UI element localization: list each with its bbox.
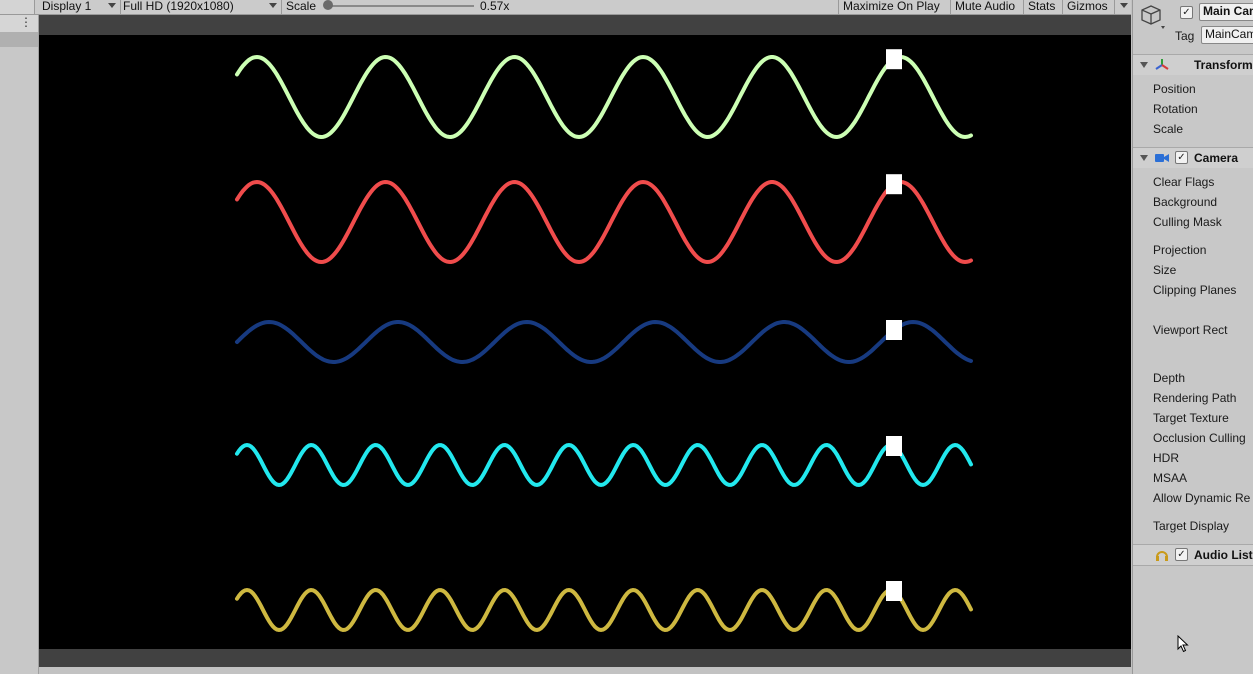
camera-field-label: MSAA xyxy=(1153,471,1188,485)
wave-2 xyxy=(235,179,973,265)
camera-title: Camera xyxy=(1194,151,1239,165)
transform-field-label: Rotation xyxy=(1153,102,1198,116)
audio-listener-header[interactable]: ✓ Audio Liste xyxy=(1133,544,1253,565)
inspector-panel: ✓ Main Cam Tag MainCam Transform Positio… xyxy=(1132,0,1253,674)
display-dropdown[interactable]: Display 1 xyxy=(38,0,121,14)
game-canvas[interactable] xyxy=(39,35,1131,649)
camera-field-label: Occlusion Culling xyxy=(1153,431,1246,445)
camera-field-label: Target Texture xyxy=(1153,411,1229,425)
camera-field-label: Rendering Path xyxy=(1153,391,1237,405)
wave-1 xyxy=(235,54,973,140)
left-panel-strip: ⋮ xyxy=(0,15,39,674)
transform-field-label: Scale xyxy=(1153,122,1184,136)
headphones-icon xyxy=(1156,551,1168,561)
mute-audio-toggle[interactable]: Mute Audio xyxy=(950,0,1019,14)
letterbox-bottom xyxy=(39,649,1131,667)
left-panel-selected-row[interactable] xyxy=(0,32,38,47)
maximize-on-play-label: Maximize On Play xyxy=(843,0,940,13)
audio-listener-title: Audio Liste xyxy=(1194,548,1253,562)
left-corner-tab[interactable] xyxy=(0,0,35,14)
object-active-checkbox[interactable]: ✓ xyxy=(1180,6,1193,19)
fold-arrow-icon[interactable] xyxy=(1140,62,1148,68)
camera-field-label: Depth xyxy=(1153,371,1186,385)
object-name-value: Main Cam xyxy=(1203,4,1253,18)
mute-audio-label: Mute Audio xyxy=(955,0,1016,13)
stats-toggle[interactable]: Stats xyxy=(1023,0,1059,14)
scale-slider-track[interactable] xyxy=(328,5,474,7)
camera-enabled-checkbox[interactable]: ✓ xyxy=(1175,151,1188,164)
game-view xyxy=(39,15,1131,667)
camera-field-label: Background xyxy=(1153,195,1218,209)
wave-3-marker xyxy=(886,320,902,340)
mouse-cursor-icon xyxy=(1177,635,1189,653)
display-dropdown-label: Display 1 xyxy=(42,0,92,13)
wave-5 xyxy=(235,587,973,633)
gizmos-label: Gizmos xyxy=(1067,0,1108,13)
chevron-down-icon xyxy=(108,3,116,8)
camera-field-label: Target Display xyxy=(1153,519,1230,533)
game-object-cube-icon xyxy=(1141,5,1165,29)
object-name-field[interactable]: Main Cam xyxy=(1199,3,1253,21)
camera-field-label: Clipping Planes xyxy=(1153,283,1237,297)
tag-value: MainCam xyxy=(1205,27,1253,41)
tag-dropdown[interactable]: MainCam xyxy=(1201,26,1253,44)
waves-drawing xyxy=(235,49,973,633)
camera-field-label: HDR xyxy=(1153,451,1179,465)
chevron-down-icon xyxy=(269,3,277,8)
scale-value: 0.57x xyxy=(480,0,510,13)
camera-field-label: Viewport Rect xyxy=(1153,323,1228,337)
camera-field-label: Culling Mask xyxy=(1153,215,1222,229)
camera-header[interactable]: ✓ Camera xyxy=(1133,147,1253,168)
left-panel-header: ⋮ xyxy=(0,15,38,32)
gizmos-dropdown[interactable] xyxy=(1114,0,1131,14)
kebab-menu-icon[interactable]: ⋮ xyxy=(20,15,32,29)
transform-title: Transform xyxy=(1194,58,1253,72)
camera-icon xyxy=(1155,154,1169,162)
scale-label: Scale xyxy=(286,0,317,13)
fold-arrow-icon[interactable] xyxy=(1140,155,1148,161)
transform-icon xyxy=(1155,59,1169,70)
wave-2-marker xyxy=(886,174,902,195)
scale-slider-thumb[interactable] xyxy=(323,0,333,10)
chevron-down-icon xyxy=(1120,3,1128,8)
resolution-dropdown-label: Full HD (1920x1080) xyxy=(123,0,234,13)
stats-label: Stats xyxy=(1028,0,1056,13)
wave-3 xyxy=(235,319,973,365)
wave-1-marker xyxy=(886,49,902,70)
game-view-toolbar: Display 1 Full HD (1920x1080) Scale 0.57… xyxy=(0,0,1131,15)
audio-listener-enabled-checkbox[interactable]: ✓ xyxy=(1175,548,1188,561)
camera-field-label: Allow Dynamic Re xyxy=(1153,491,1251,505)
camera-field-label: Size xyxy=(1153,263,1177,277)
wave-4 xyxy=(235,442,973,488)
tag-label: Tag xyxy=(1175,29,1195,43)
transform-header[interactable]: Transform xyxy=(1133,54,1253,75)
resolution-dropdown[interactable]: Full HD (1920x1080) xyxy=(119,0,282,14)
letterbox-top xyxy=(39,15,1131,35)
transform-field-label: Position xyxy=(1153,82,1196,96)
maximize-on-play-toggle[interactable]: Maximize On Play xyxy=(838,0,944,14)
inspector-empty-area xyxy=(1133,565,1253,674)
wave-4-marker xyxy=(886,436,902,456)
camera-field-label: Clear Flags xyxy=(1153,175,1215,189)
wave-5-marker xyxy=(886,581,902,601)
camera-field-label: Projection xyxy=(1153,243,1207,257)
